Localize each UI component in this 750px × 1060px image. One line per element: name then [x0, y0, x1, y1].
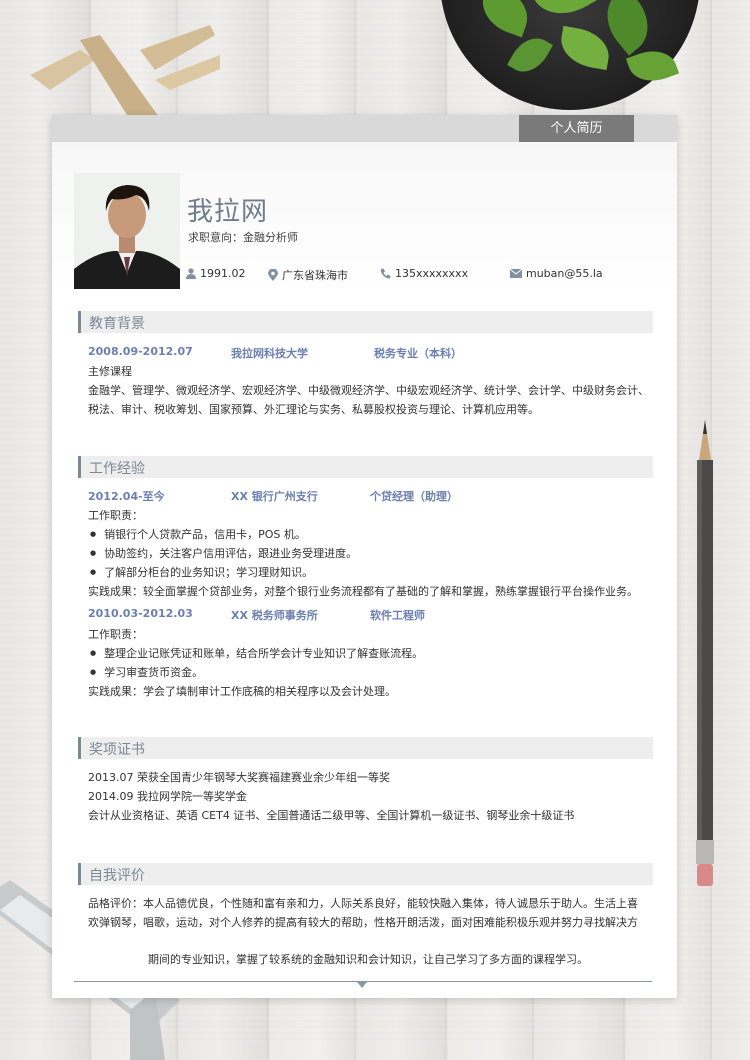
- job1-duty-label: 工作职责：: [88, 509, 143, 522]
- job2-duty-1: 整理企业记账凭证和账单，结合所学会计专业知识了解查账流程。: [88, 645, 423, 661]
- resume-tag: 个人简历: [519, 115, 634, 142]
- self-line3: 期间的专业知识，掌握了较系统的金融知识和会计知识，让自己学习了多方面的课程学习。: [148, 953, 588, 966]
- job2-company: XX 税务师事务所: [231, 609, 318, 622]
- job2-duty-2: 学习审查货币资金。: [88, 664, 203, 680]
- job1-company: XX 银行广州支行: [231, 490, 318, 503]
- job1-duty-1: 销银行个人贷款产品，信用卡，POS 机。: [88, 526, 306, 542]
- edu-period: 2008.09-2012.07: [88, 345, 193, 358]
- job1-position: 个贷经理（助理）: [370, 490, 458, 503]
- person-icon: [186, 268, 196, 279]
- self-line1: 品格评价：本人品德优良，个性随和富有亲和力，人际关系良好，能较快融入集体，待人诚…: [88, 897, 638, 910]
- job1-result: 实践成果：较全面掌握个贷部业务，对整个银行业务流程都有了基础的了解和掌握，熟练掌…: [88, 585, 638, 598]
- edu-courses-line1: 金融学、管理学、微观经济学、宏观经济学、中级微观经济学、中级宏观经济学、统计学、…: [88, 384, 649, 397]
- award-2: 2014.09 我拉网学院一等奖学金: [88, 790, 247, 803]
- birth-date: 1991.02: [200, 267, 246, 280]
- location-text: 广东省珠海市: [282, 269, 348, 282]
- edu-school: 我拉网科技大学: [231, 347, 308, 360]
- location-info: 广东省珠海市: [268, 267, 348, 283]
- phone-text: 135xxxxxxxx: [395, 267, 469, 280]
- section-self: 自我评价: [78, 863, 653, 885]
- email-info: muban@55.la: [510, 267, 603, 280]
- job-intent-value: 金融分析师: [243, 231, 298, 244]
- edu-courses-label: 主修课程: [88, 365, 132, 378]
- job2-result: 实践成果：学会了填制审计工作底稿的相关程序以及会计处理。: [88, 685, 396, 698]
- resume-paper: 个人简历 我拉网 求职意向：金融分析师 1991.02 广东省珠海市 135xx…: [52, 115, 677, 998]
- location-pin-icon: [268, 269, 278, 281]
- section-work: 工作经验: [78, 456, 653, 478]
- job2-position: 软件工程师: [370, 609, 425, 622]
- section-awards: 奖项证书: [78, 737, 653, 759]
- award-3: 会计从业资格证、英语 CET4 证书、全国普通话二级甲等、全国计算机一级证书、钢…: [88, 809, 575, 822]
- edu-major: 税务专业（本科）: [374, 347, 462, 360]
- envelope-icon: [510, 269, 522, 278]
- job1-duty-3: 了解部分柜台的业务知识；学习理财知识。: [88, 564, 313, 580]
- job-intent-label: 求职意向：: [188, 231, 243, 244]
- birth-info: 1991.02: [186, 267, 246, 280]
- phone-icon: [381, 268, 391, 279]
- self-line2: 欢弹钢琴，唱歌，运动，对个人修养的提高有较大的帮助，性格开朗活泼，面对困难能积极…: [88, 916, 638, 929]
- job1-period: 2012.04-至今: [88, 490, 165, 503]
- job2-duty-label: 工作职责：: [88, 628, 143, 641]
- bottom-triangle: [357, 982, 367, 988]
- profile-photo: [74, 173, 180, 289]
- job-intent: 求职意向：金融分析师: [188, 229, 298, 245]
- pencil-decoration: [696, 420, 714, 886]
- edu-courses-line2: 税法、审计、税收筹划、国家预算、外汇理论与实务、私募股权投资与理论、计算机应用等…: [88, 403, 539, 416]
- candidate-name: 我拉网: [187, 197, 269, 227]
- section-education: 教育背景: [78, 311, 653, 333]
- email-text: muban@55.la: [526, 267, 603, 280]
- phone-info: 135xxxxxxxx: [380, 267, 468, 280]
- award-1: 2013.07 荣获全国青少年钢琴大奖赛福建赛业余少年组一等奖: [88, 771, 390, 784]
- job2-period: 2010.03-2012.03: [88, 607, 193, 620]
- job1-duty-2: 协助签约，关注客户信用评估，跟进业务受理进度。: [88, 545, 357, 561]
